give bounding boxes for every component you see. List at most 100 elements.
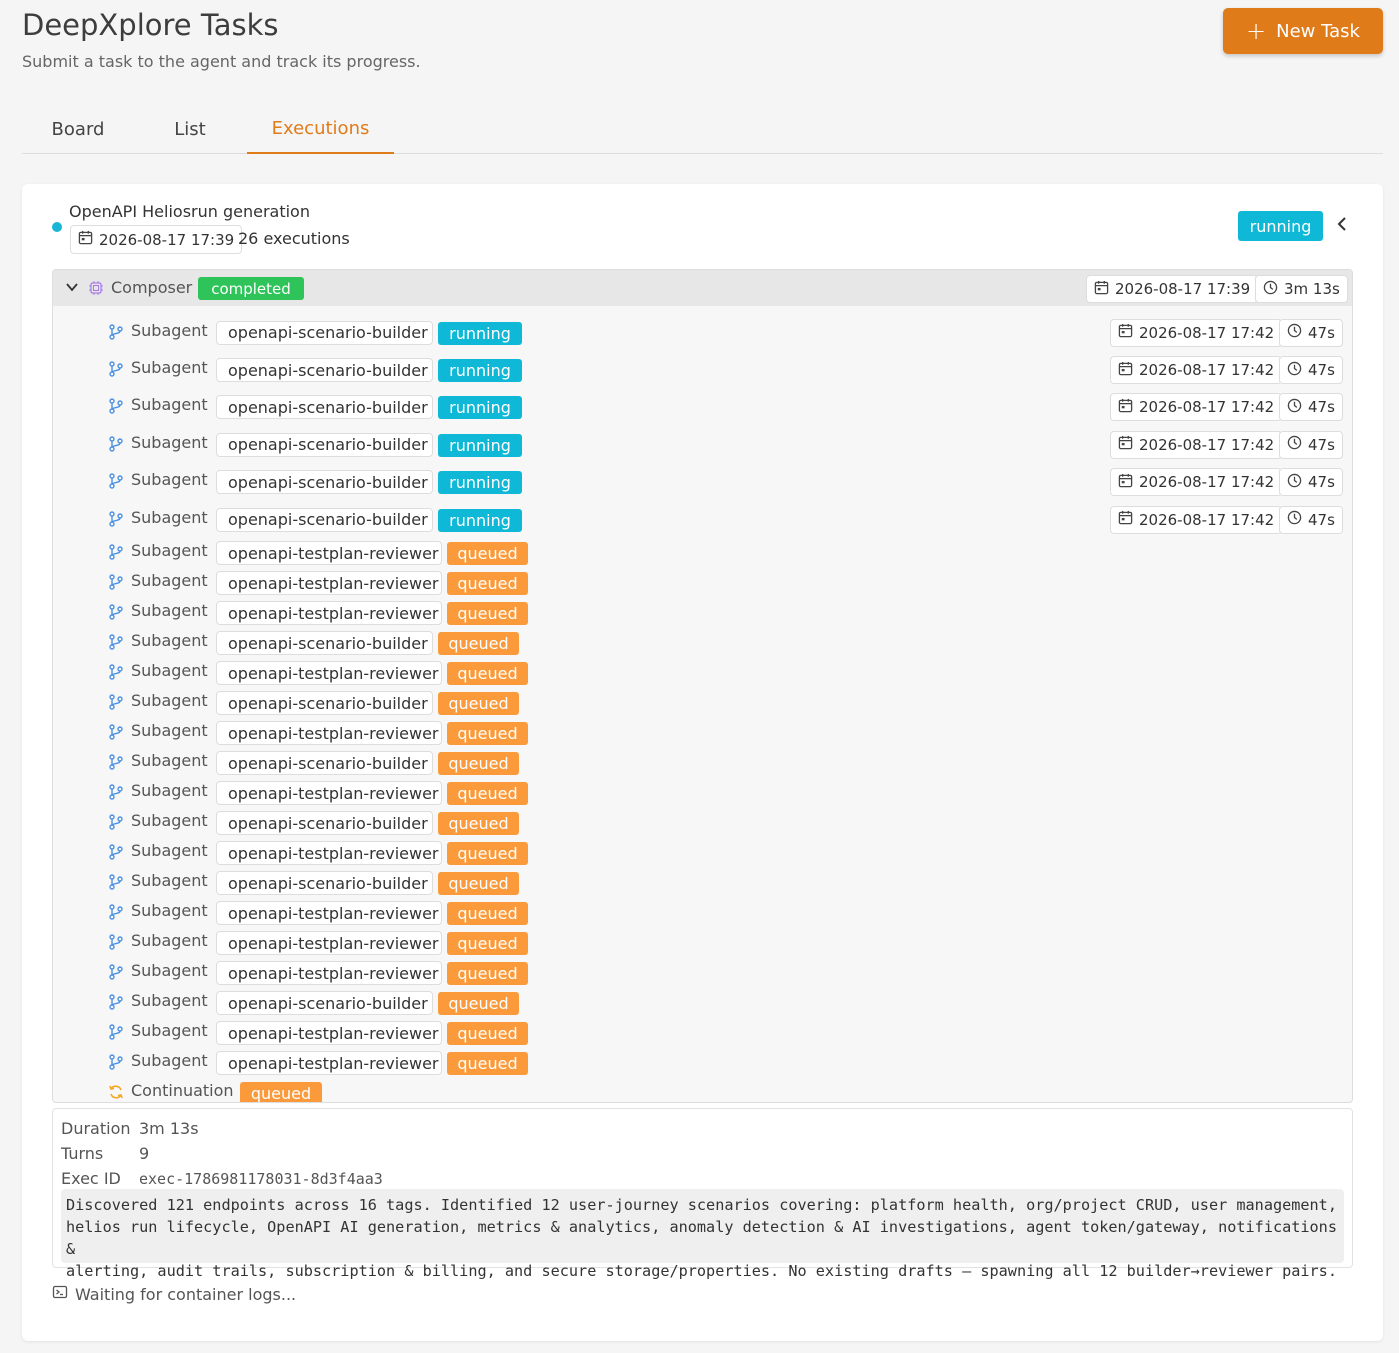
terminal-icon — [52, 1284, 68, 1304]
subagent-status-badge: queued — [438, 992, 519, 1016]
calendar-icon — [1118, 361, 1133, 380]
git-branch-icon — [108, 1024, 124, 1041]
subagent-duration: 47s — [1308, 323, 1335, 342]
subagent-label: Subagent — [131, 358, 208, 378]
git-branch-icon — [108, 398, 124, 415]
subagent-name-chip: openapi-scenario-builder — [216, 871, 433, 896]
subagent-row[interactable]: Subagent openapi-testplan-reviewer queued — [53, 598, 1352, 628]
subagent-date: 2026-08-17 17:42 — [1139, 323, 1275, 342]
subagent-duration-chip: 47s — [1279, 505, 1343, 534]
git-branch-icon — [108, 814, 124, 831]
logs-text: Waiting for container logs... — [75, 1284, 297, 1304]
git-branch-icon — [108, 844, 124, 861]
subagent-label: Subagent — [131, 395, 208, 415]
subagent-row[interactable]: Subagent openapi-testplan-reviewer queued — [53, 778, 1352, 808]
chevron-down-icon[interactable] — [65, 280, 79, 294]
subagent-name-chip: openapi-scenario-builder — [216, 432, 433, 457]
subagent-row[interactable]: Subagent openapi-testplan-reviewer queued — [53, 658, 1352, 688]
subagent-row[interactable]: Subagent openapi-scenario-builder queued — [53, 988, 1352, 1018]
subagent-row[interactable]: Subagent openapi-testplan-reviewer queued — [53, 1048, 1352, 1078]
subagent-name-chip: openapi-testplan-reviewer — [216, 781, 442, 806]
task-status-badge: running — [1238, 211, 1323, 241]
subagent-date-chip: 2026-08-17 17:42 — [1110, 318, 1283, 347]
git-branch-icon — [108, 664, 124, 681]
subagent-date: 2026-08-17 17:42 — [1139, 473, 1275, 492]
subagent-row[interactable]: Subagent openapi-scenario-builder queued — [53, 688, 1352, 718]
git-branch-icon — [108, 934, 124, 951]
new-task-label: New Task — [1276, 20, 1360, 42]
subagent-status-badge: queued — [438, 872, 519, 896]
subagent-row[interactable]: Subagent openapi-testplan-reviewer queued — [53, 958, 1352, 988]
subagent-status-badge: running — [438, 396, 522, 420]
subagent-name-chip: openapi-scenario-builder — [216, 691, 433, 716]
subagent-row[interactable]: Subagent openapi-scenario-builder running 2… — [53, 389, 1352, 426]
git-branch-icon — [108, 724, 124, 741]
subagent-row[interactable]: Subagent openapi-testplan-reviewer queued — [53, 898, 1352, 928]
tab-board[interactable]: Board — [32, 104, 124, 154]
subagent-name: openapi-testplan-reviewer — [228, 1023, 439, 1043]
subagent-name: openapi-scenario-builder — [228, 435, 428, 455]
subagent-name-chip: openapi-testplan-reviewer — [216, 841, 442, 866]
subagent-row[interactable]: Subagent openapi-scenario-builder running 2… — [53, 464, 1352, 501]
subagent-row[interactable]: Subagent openapi-testplan-reviewer queued — [53, 718, 1352, 748]
subagent-label: Subagent — [131, 661, 208, 681]
git-branch-icon — [108, 784, 124, 801]
subagent-name-chip: openapi-testplan-reviewer — [216, 721, 442, 746]
subagent-label: Subagent — [131, 320, 208, 340]
git-branch-icon — [108, 544, 124, 561]
subagent-name-chip: openapi-scenario-builder — [216, 811, 433, 836]
git-branch-icon — [108, 323, 124, 340]
chevron-left-icon[interactable] — [1335, 214, 1349, 239]
calendar-icon — [1118, 510, 1133, 529]
tab-executions[interactable]: Executions — [247, 104, 394, 154]
container-logs-status: Waiting for container logs... — [52, 1284, 296, 1304]
tab-list[interactable]: List — [152, 104, 228, 154]
subagent-name: openapi-testplan-reviewer — [228, 903, 439, 923]
git-branch-icon — [108, 874, 124, 891]
subagent-row[interactable]: Subagent openapi-scenario-builder running 2… — [53, 426, 1352, 463]
calendar-icon — [1118, 323, 1133, 342]
execution-details: Duration 3m 13s Turns 9 Exec ID exec-178… — [52, 1108, 1353, 1280]
git-branch-icon — [108, 510, 124, 527]
subagent-label: Subagent — [131, 781, 208, 801]
subagent-row[interactable]: Subagent openapi-testplan-reviewer queued — [53, 568, 1352, 598]
continuation-label: Continuation — [131, 1081, 234, 1101]
duration-key: Duration — [61, 1119, 131, 1138]
subagent-row[interactable]: Subagent openapi-testplan-reviewer queued — [53, 928, 1352, 958]
subagent-name: openapi-testplan-reviewer — [228, 783, 439, 803]
subagent-name: openapi-scenario-builder — [228, 510, 428, 530]
subagent-label: Subagent — [131, 631, 208, 651]
subagent-status-badge: queued — [447, 1022, 528, 1046]
subagent-row[interactable]: Subagent openapi-scenario-builder queued — [53, 868, 1352, 898]
continuation-row[interactable]: Continuation queued — [53, 1078, 1352, 1102]
subagent-name: openapi-scenario-builder — [228, 360, 428, 380]
subagent-row[interactable]: Subagent openapi-scenario-builder queued — [53, 808, 1352, 838]
subagent-row[interactable]: Subagent openapi-scenario-builder running 2… — [53, 351, 1352, 388]
subagent-row[interactable]: Subagent openapi-testplan-reviewer queued — [53, 1018, 1352, 1048]
subagent-duration: 47s — [1308, 473, 1335, 492]
subagent-status-badge: running — [438, 359, 522, 383]
subagent-name: openapi-scenario-builder — [228, 993, 428, 1013]
subagent-name-chip: openapi-scenario-builder — [216, 631, 433, 656]
subagent-name: openapi-scenario-builder — [228, 873, 428, 893]
summary-line: helios run lifecycle, OpenAPI AI generat… — [66, 1218, 1337, 1258]
subagent-duration: 47s — [1308, 510, 1335, 529]
composer-row[interactable]: Composer completed 2026-08-17 17:39 3m 1… — [53, 270, 1352, 306]
subagent-status-badge: queued — [438, 632, 519, 656]
task-title: OpenAPI Heliosrun generation — [69, 202, 310, 221]
subagent-name: openapi-testplan-reviewer — [228, 1053, 439, 1073]
subagent-row[interactable]: Subagent openapi-scenario-builder running 2… — [53, 501, 1352, 538]
subagent-row[interactable]: Subagent openapi-scenario-builder running 2… — [53, 314, 1352, 351]
subagent-row[interactable]: Subagent openapi-scenario-builder queued — [53, 628, 1352, 658]
subagent-row[interactable]: Subagent openapi-testplan-reviewer queued — [53, 838, 1352, 868]
composer-label: Composer — [111, 278, 193, 297]
clock-icon — [1287, 323, 1302, 342]
subagent-name-chip: openapi-testplan-reviewer — [216, 541, 442, 566]
subagent-duration: 47s — [1308, 398, 1335, 417]
new-task-button[interactable]: + New Task — [1223, 8, 1383, 54]
subagent-row[interactable]: Subagent openapi-testplan-reviewer queued — [53, 538, 1352, 568]
summary-line: alerting, audit trails, subscription & b… — [66, 1262, 1337, 1280]
subagent-row[interactable]: Subagent openapi-scenario-builder queued — [53, 748, 1352, 778]
git-branch-icon — [108, 994, 124, 1011]
subagent-label: Subagent — [131, 721, 208, 741]
